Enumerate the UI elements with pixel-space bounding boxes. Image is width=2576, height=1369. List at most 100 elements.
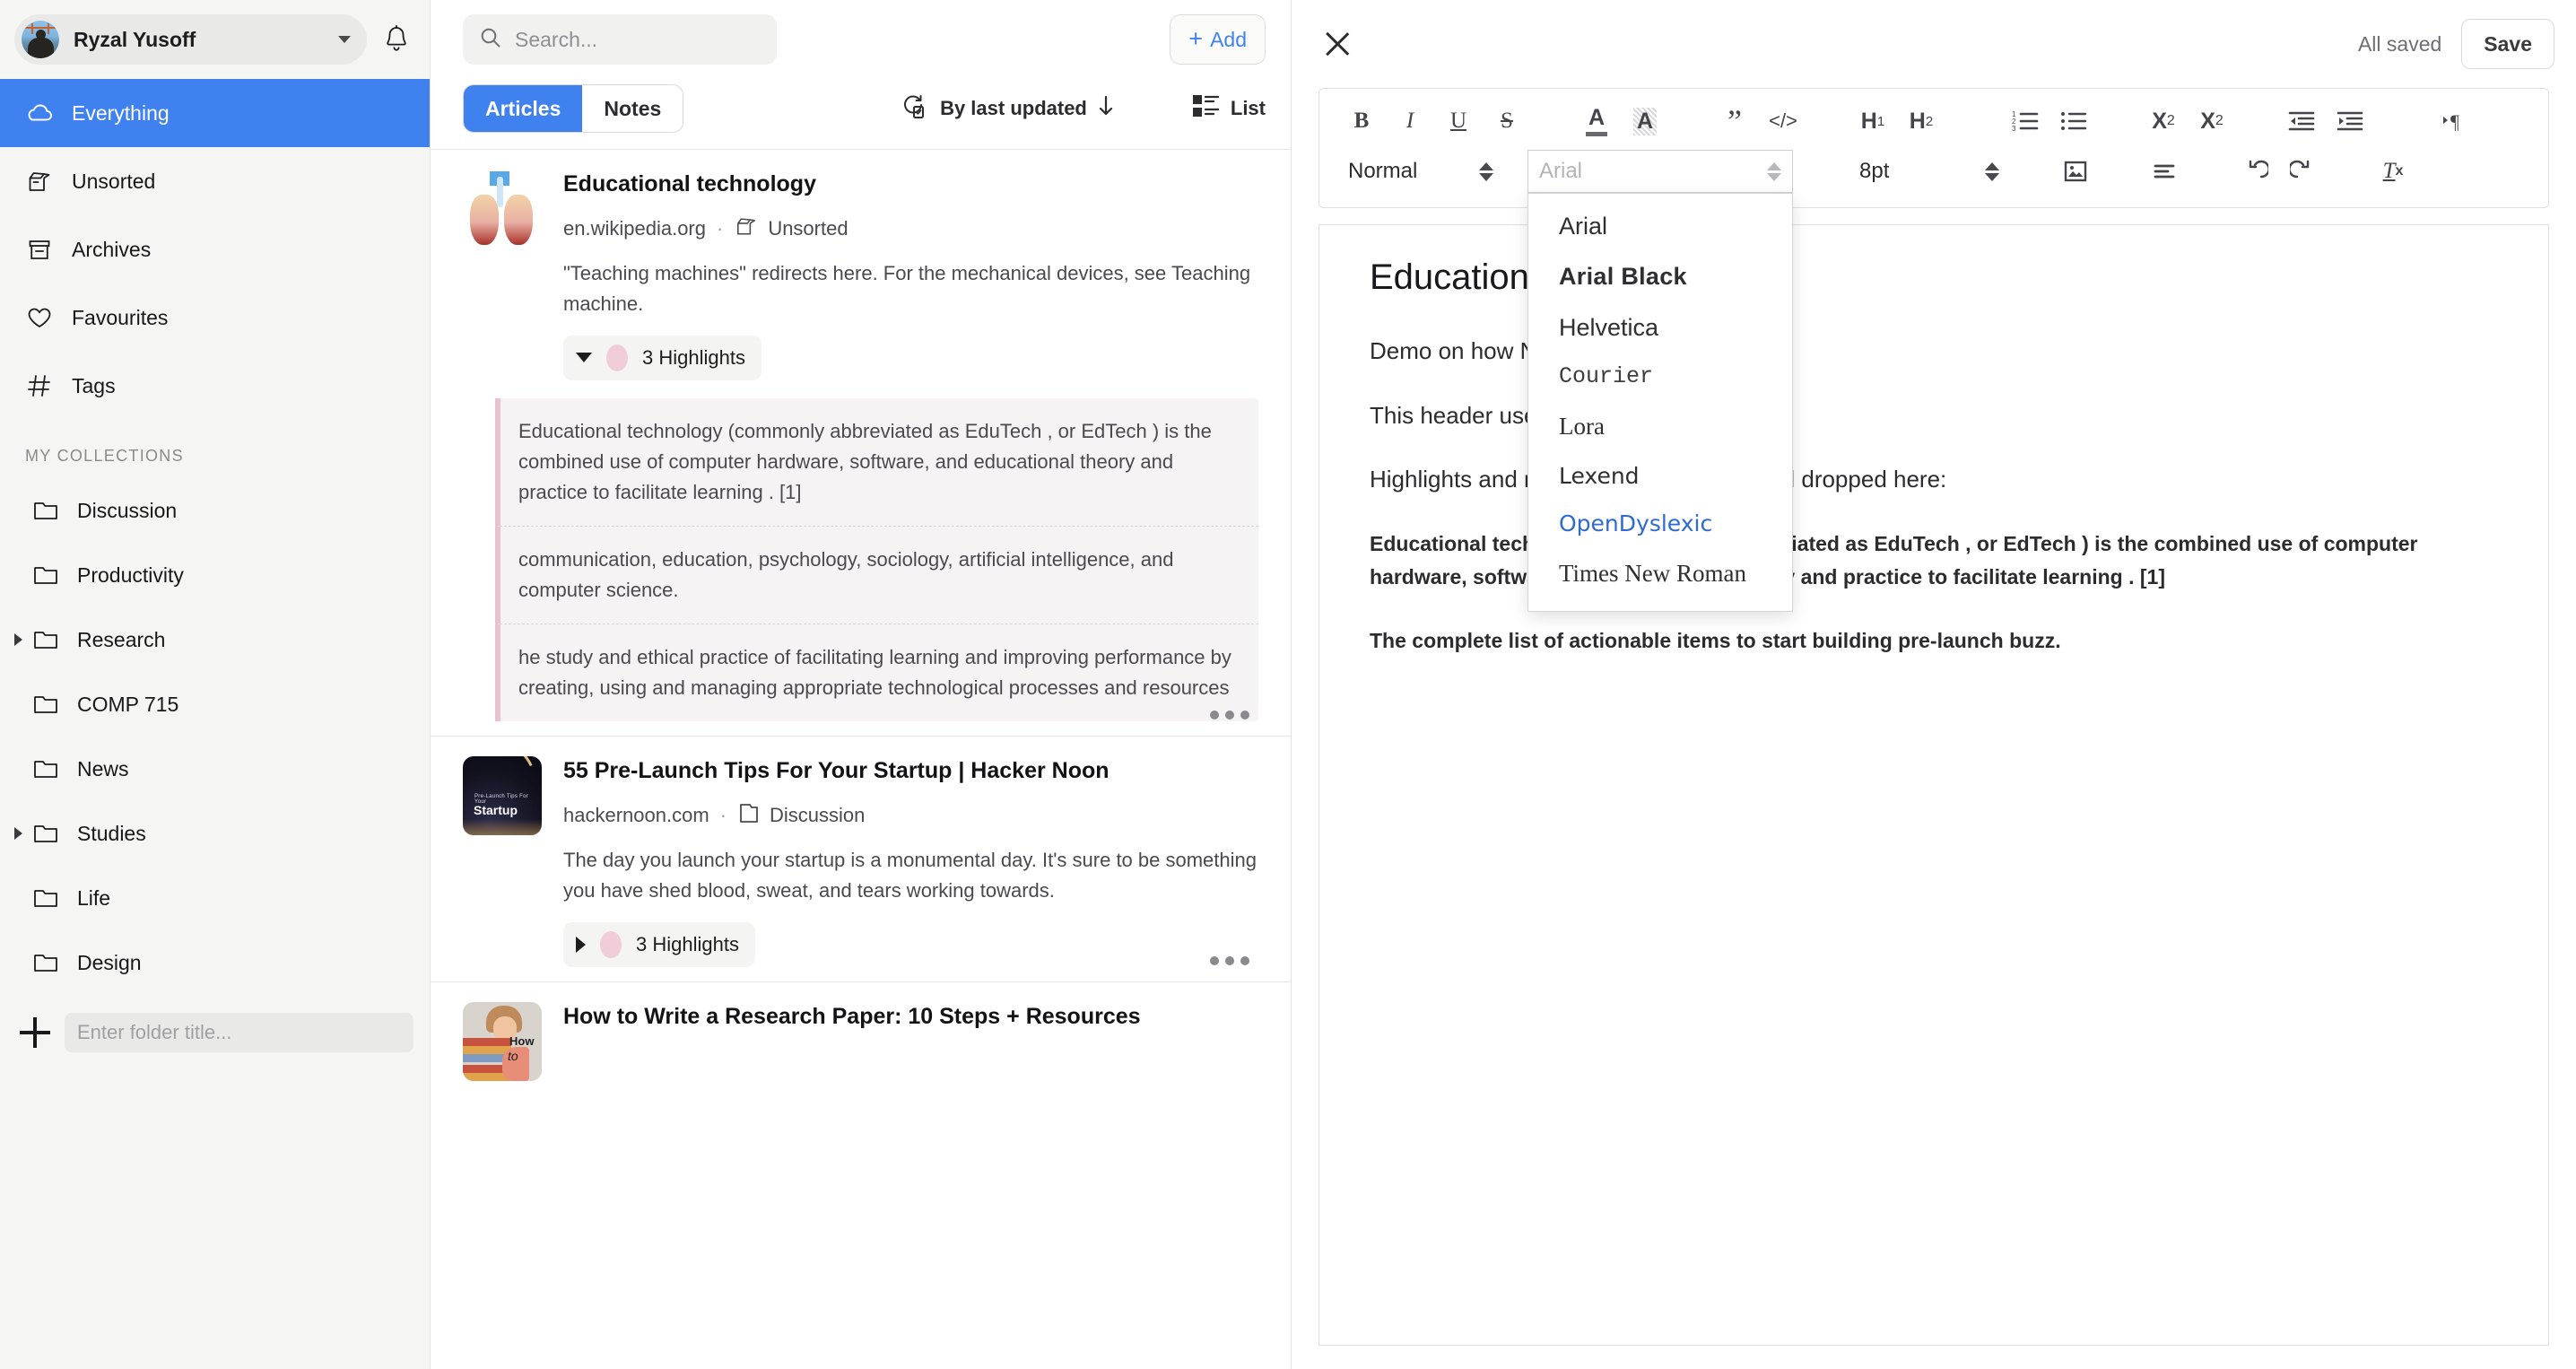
font-family-value: Arial bbox=[1539, 159, 1583, 183]
paragraph-style-select[interactable]: Normal bbox=[1337, 150, 1504, 193]
italic-button[interactable]: I bbox=[1386, 100, 1434, 143]
code-block-button[interactable]: </> bbox=[1759, 100, 1807, 143]
tab-notes[interactable]: Notes bbox=[582, 85, 683, 132]
heading-2-button[interactable]: H2 bbox=[1897, 100, 1945, 143]
sort-button[interactable]: By last updated bbox=[899, 91, 1114, 126]
ordered-list-button[interactable]: 1 2 3 bbox=[2001, 100, 2049, 143]
sidebar-collection-design[interactable]: Design bbox=[0, 930, 430, 995]
subscript-button[interactable]: X2 bbox=[2139, 100, 2188, 143]
folder-icon bbox=[30, 495, 61, 526]
article-cards: Educational technology en.wikipedia.org … bbox=[431, 149, 1291, 1369]
expand-arrow-icon[interactable] bbox=[9, 633, 27, 646]
font-option-lexend[interactable]: Lexend bbox=[1528, 452, 1792, 501]
search-input[interactable] bbox=[515, 27, 761, 52]
more-options-icon[interactable] bbox=[1210, 711, 1249, 720]
note-document[interactable]: Educational Technologies Demo on how Not… bbox=[1318, 224, 2549, 1346]
meta-separator: · bbox=[716, 216, 724, 240]
stepper-icon bbox=[1985, 161, 1999, 181]
highlight-color-button[interactable]: A bbox=[1621, 100, 1669, 143]
list-item[interactable]: Educational technology en.wikipedia.org … bbox=[431, 149, 1291, 736]
view-mode-button[interactable]: List bbox=[1191, 92, 1266, 125]
bullet-list-button[interactable] bbox=[2049, 100, 2098, 143]
article-collection[interactable]: Unsorted bbox=[734, 214, 849, 244]
sidebar-item-label: Tags bbox=[72, 373, 116, 397]
sidebar-item-label: Archives bbox=[72, 237, 152, 261]
article-title[interactable]: Educational technology bbox=[563, 170, 1258, 199]
highlights-toggle[interactable]: 3 Highlights bbox=[563, 922, 755, 968]
strikethrough-button[interactable]: S bbox=[1483, 100, 1531, 143]
redo-button[interactable] bbox=[2279, 150, 2328, 193]
sidebar-collection-life[interactable]: Life bbox=[0, 866, 430, 930]
font-option-courier[interactable]: Courier bbox=[1528, 353, 1792, 401]
font-option-arial-black[interactable]: Arial Black bbox=[1528, 251, 1792, 301]
font-option-times-new-roman[interactable]: Times New Roman bbox=[1528, 548, 1792, 598]
highlights-toggle[interactable]: 3 Highlights bbox=[563, 335, 761, 380]
plus-icon[interactable] bbox=[20, 1017, 50, 1048]
undo-button[interactable] bbox=[2231, 150, 2279, 193]
sidebar-collection-discussion[interactable]: Discussion bbox=[0, 478, 430, 543]
expand-arrow-icon[interactable] bbox=[9, 827, 27, 840]
article-domain: en.wikipedia.org bbox=[563, 216, 706, 240]
outdent-button[interactable] bbox=[2277, 100, 2326, 143]
text-color-button[interactable]: A bbox=[1572, 100, 1621, 143]
sidebar-collection-productivity[interactable]: Productivity bbox=[0, 543, 430, 607]
highlights-count-label: 3 Highlights bbox=[636, 933, 739, 956]
font-size-select[interactable]: 8pt bbox=[1849, 150, 2010, 193]
folder-icon bbox=[30, 754, 61, 784]
close-icon[interactable] bbox=[1317, 23, 1358, 65]
list-item[interactable]: Pre-Launch Tips For Your Startup 55 Pre-L… bbox=[431, 736, 1291, 981]
sidebar-item-tags[interactable]: Tags bbox=[0, 352, 430, 420]
blockquote-button[interactable]: ” bbox=[1710, 100, 1759, 143]
new-folder-input[interactable] bbox=[65, 1013, 413, 1052]
article-collection[interactable]: Discussion bbox=[737, 800, 865, 831]
sidebar-collection-research[interactable]: Research bbox=[0, 607, 430, 672]
bold-button[interactable]: B bbox=[1337, 100, 1386, 143]
notifications-bell-icon[interactable] bbox=[376, 19, 417, 60]
font-option-opendyslexic[interactable]: OpenDyslexic bbox=[1528, 500, 1792, 548]
collections-section-title: MY COLLECTIONS bbox=[25, 447, 184, 465]
sidebar-item-favourites[interactable]: Favourites bbox=[0, 283, 430, 352]
highlight-item[interactable]: he study and ethical practice of facilit… bbox=[495, 624, 1258, 722]
highlight-item[interactable]: Educational technology (commonly abbrevi… bbox=[495, 397, 1258, 527]
font-option-arial[interactable]: Arial bbox=[1528, 201, 1792, 251]
plus-icon: + bbox=[1188, 24, 1204, 52]
save-button[interactable]: Save bbox=[2461, 19, 2554, 69]
sidebar-item-archives[interactable]: Archives bbox=[0, 215, 430, 283]
sidebar-collection-studies[interactable]: Studies bbox=[0, 801, 430, 866]
tab-articles[interactable]: Articles bbox=[464, 85, 583, 132]
list-item[interactable]: How to How to Write a Research Paper: 10 … bbox=[431, 981, 1291, 1095]
highlight-color-swatch bbox=[606, 344, 628, 371]
highlight-item[interactable]: communication, education, psychology, so… bbox=[495, 526, 1258, 625]
underline-button[interactable]: U bbox=[1434, 100, 1483, 143]
font-option-lora[interactable]: Lora bbox=[1528, 401, 1792, 451]
align-button[interactable] bbox=[2141, 150, 2189, 193]
font-family-select[interactable]: Arial bbox=[1527, 150, 1793, 193]
add-button-label: Add bbox=[1210, 27, 1247, 51]
clear-formatting-button[interactable]: Tx bbox=[2369, 150, 2417, 193]
sidebar-item-everything[interactable]: Everything bbox=[0, 79, 430, 147]
sidebar-collection-comp-715[interactable]: COMP 715 bbox=[0, 672, 430, 737]
more-options-icon[interactable] bbox=[1210, 956, 1249, 966]
indent-button[interactable] bbox=[2326, 100, 2374, 143]
article-title[interactable]: 55 Pre-Launch Tips For Your Startup | Ha… bbox=[563, 756, 1258, 786]
sidebar-nav: Everything Unsorted Archives Favourites … bbox=[0, 79, 430, 420]
folder-icon bbox=[30, 624, 61, 655]
list-type-segmented-control: Articles Notes bbox=[463, 84, 684, 133]
article-title[interactable]: How to Write a Research Paper: 10 Steps … bbox=[563, 1002, 1258, 1032]
heading-1-button[interactable]: H1 bbox=[1849, 100, 1897, 143]
text-direction-button[interactable]: ¶ bbox=[2430, 100, 2478, 143]
article-thumbnail bbox=[463, 170, 542, 249]
account-switcher[interactable]: Ryzal Yusoff bbox=[14, 14, 367, 65]
add-button[interactable]: + Add bbox=[1170, 14, 1266, 65]
search-box[interactable] bbox=[463, 14, 777, 65]
font-option-helvetica[interactable]: Helvetica bbox=[1528, 302, 1792, 353]
meta-separator: · bbox=[719, 803, 727, 826]
document-paragraph-5[interactable]: The complete list of actionable items to… bbox=[1370, 624, 2498, 658]
insert-image-button[interactable] bbox=[2051, 150, 2100, 193]
list-toolbar: + Add Articles Notes bbox=[431, 0, 1291, 133]
sidebar-collection-news[interactable]: News bbox=[0, 737, 430, 801]
superscript-button[interactable]: X2 bbox=[2188, 100, 2236, 143]
archive-box-icon bbox=[25, 235, 54, 264]
collection-label: Design bbox=[77, 950, 142, 974]
sidebar-item-unsorted[interactable]: Unsorted bbox=[0, 147, 430, 215]
